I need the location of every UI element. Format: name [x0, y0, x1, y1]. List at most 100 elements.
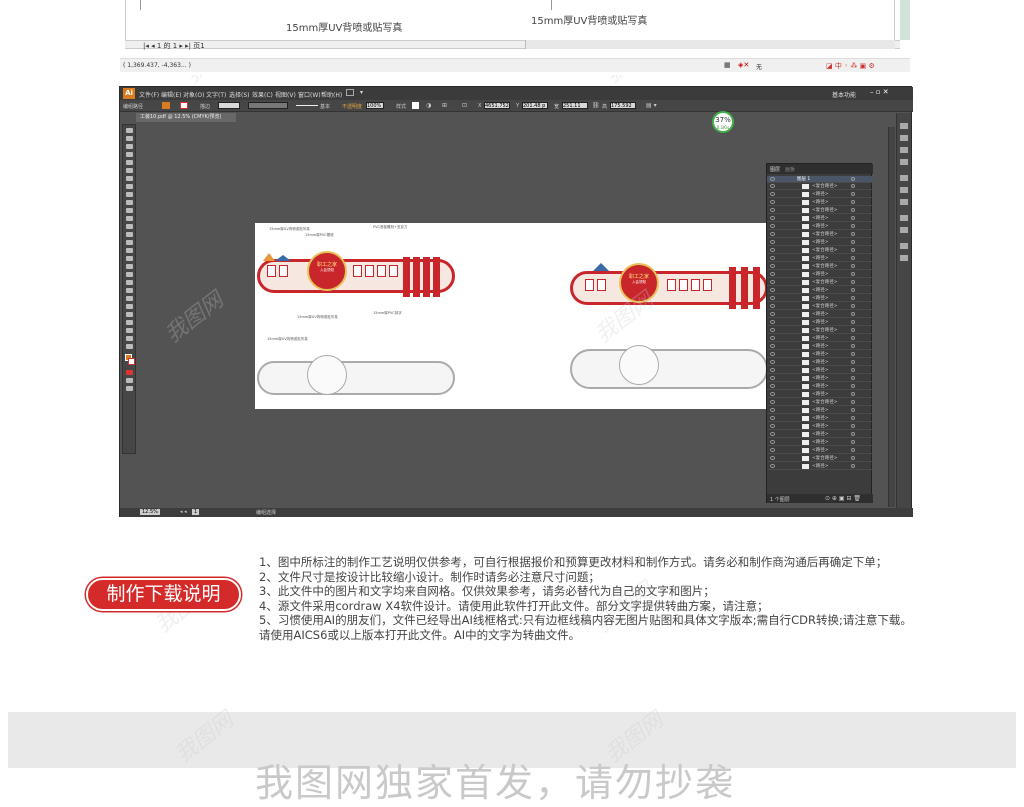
- tab-artboards[interactable]: 画板: [785, 166, 795, 173]
- target-icon[interactable]: [851, 440, 855, 444]
- window-controls[interactable]: – ▫ ✕: [870, 88, 889, 96]
- layer-row[interactable]: <路径>: [767, 447, 873, 454]
- gradient-panel-icon[interactable]: [900, 187, 908, 193]
- target-icon[interactable]: [851, 216, 855, 220]
- color-mode-icon[interactable]: [126, 370, 133, 375]
- visibility-icon[interactable]: [770, 456, 775, 460]
- artboard-nav[interactable]: ◂ ◂: [180, 509, 187, 515]
- visibility-icon[interactable]: [770, 280, 775, 284]
- target-icon[interactable]: [851, 456, 855, 460]
- visibility-icon[interactable]: [770, 424, 775, 428]
- visibility-icon[interactable]: [770, 208, 775, 212]
- visibility-icon[interactable]: [770, 416, 775, 420]
- menu-view[interactable]: 视图(V): [275, 90, 296, 99]
- graph-tool-icon[interactable]: [126, 312, 133, 317]
- h-field[interactable]: 175.592: [610, 102, 636, 109]
- tab-layers[interactable]: 图层: [770, 166, 780, 173]
- visibility-icon[interactable]: [770, 248, 775, 252]
- layer-row[interactable]: <复合路径>: [767, 399, 873, 406]
- visibility-icon[interactable]: [770, 400, 775, 404]
- visibility-icon[interactable]: [770, 200, 775, 204]
- x-field[interactable]: 4651.752: [484, 102, 510, 109]
- visibility-icon[interactable]: [770, 304, 775, 308]
- target-icon[interactable]: [851, 296, 855, 300]
- eraser-tool-icon[interactable]: [126, 216, 133, 221]
- target-icon[interactable]: [851, 376, 855, 380]
- layer-row[interactable]: <复合路径>: [767, 279, 873, 286]
- menu-edit[interactable]: 编辑(E): [161, 90, 181, 99]
- visibility-icon[interactable]: [770, 224, 775, 228]
- brush-label[interactable]: 基本: [320, 103, 330, 110]
- layer-row[interactable]: <路径>: [767, 351, 873, 358]
- menu-window[interactable]: 窗口(W): [298, 90, 321, 99]
- target-icon[interactable]: [851, 256, 855, 260]
- target-icon[interactable]: [851, 336, 855, 340]
- magic-wand-tool-icon[interactable]: [126, 144, 133, 149]
- vertical-scrollbar[interactable]: [888, 127, 895, 507]
- stroke-color-icon[interactable]: [128, 358, 135, 365]
- layer-row[interactable]: <路径>: [767, 359, 873, 366]
- layer-row[interactable]: <路径>: [767, 463, 873, 470]
- lasso-tool-icon[interactable]: [126, 152, 133, 157]
- blob-brush-tool-icon[interactable]: [126, 208, 133, 213]
- variable-width-field[interactable]: [248, 102, 288, 109]
- target-icon[interactable]: [851, 232, 855, 236]
- target-icon[interactable]: [851, 448, 855, 452]
- direct-select-tool-icon[interactable]: [126, 136, 133, 141]
- layer-actions[interactable]: ⊙ ⊕ ▣ ⊟ 🗑: [825, 495, 861, 502]
- target-icon[interactable]: [851, 464, 855, 468]
- draw-mode-icon[interactable]: [126, 378, 133, 383]
- layer-row[interactable]: <路径>: [767, 319, 873, 326]
- visibility-icon[interactable]: [770, 408, 775, 412]
- recolor-icon[interactable]: ◑: [426, 102, 431, 109]
- line-tool-icon[interactable]: [126, 176, 133, 181]
- layer-row[interactable]: <复合路径>: [767, 231, 873, 238]
- perspective-tool-icon[interactable]: [126, 264, 133, 269]
- visibility-icon[interactable]: [770, 312, 775, 316]
- target-icon[interactable]: [851, 192, 855, 196]
- target-icon[interactable]: [851, 328, 855, 332]
- visibility-icon[interactable]: [770, 177, 775, 181]
- artboard-number[interactable]: 1: [192, 509, 200, 515]
- document-tab[interactable]: 工装10.pdf @ 12.5% (CMYK/预览): [136, 113, 236, 122]
- menu-effect[interactable]: 效果(C): [252, 90, 273, 99]
- layer-row[interactable]: <复合路径>: [767, 183, 873, 190]
- w-field[interactable]: 251.11: [562, 102, 588, 109]
- target-icon[interactable]: [851, 360, 855, 364]
- target-icon[interactable]: [851, 312, 855, 316]
- artboards-panel-icon[interactable]: [900, 255, 908, 261]
- workspace-switcher[interactable]: 基本功能: [832, 90, 856, 99]
- layer-row[interactable]: <路径>: [767, 375, 873, 382]
- target-icon[interactable]: [851, 177, 855, 181]
- layer-row-top[interactable]: 图层 1: [767, 176, 873, 183]
- target-icon[interactable]: [851, 344, 855, 348]
- visibility-icon[interactable]: [770, 432, 775, 436]
- visibility-icon[interactable]: [770, 288, 775, 292]
- visibility-icon[interactable]: [770, 344, 775, 348]
- target-icon[interactable]: [851, 288, 855, 292]
- layer-row[interactable]: <复合路径>: [767, 303, 873, 310]
- pencil-tool-icon[interactable]: [126, 200, 133, 205]
- layer-row[interactable]: <路径>: [767, 295, 873, 302]
- style-swatch[interactable]: [412, 102, 419, 109]
- swatches-panel-icon[interactable]: [900, 135, 908, 141]
- arrange-icon[interactable]: ▾: [360, 89, 363, 96]
- layer-row[interactable]: <路径>: [767, 335, 873, 342]
- eyedropper-tool-icon[interactable]: [126, 288, 133, 293]
- slice-tool-icon[interactable]: [126, 328, 133, 333]
- visibility-icon[interactable]: [770, 360, 775, 364]
- free-transform-tool-icon[interactable]: [126, 248, 133, 253]
- visibility-icon[interactable]: [770, 464, 775, 468]
- layer-row[interactable]: <路径>: [767, 223, 873, 230]
- layer-row[interactable]: <复合路径>: [767, 455, 873, 462]
- artboard-tool-icon[interactable]: [126, 320, 133, 325]
- layer-row[interactable]: <复合路径>: [767, 247, 873, 254]
- symbols-panel-icon[interactable]: [900, 159, 908, 165]
- target-icon[interactable]: [851, 432, 855, 436]
- brushes-panel-icon[interactable]: [900, 147, 908, 153]
- transform-icon[interactable]: ⊡: [462, 102, 467, 109]
- zoom-tool-icon[interactable]: [126, 344, 133, 349]
- visibility-icon[interactable]: [770, 440, 775, 444]
- layer-row[interactable]: <路径>: [767, 415, 873, 422]
- opacity-field[interactable]: 100%: [366, 102, 384, 109]
